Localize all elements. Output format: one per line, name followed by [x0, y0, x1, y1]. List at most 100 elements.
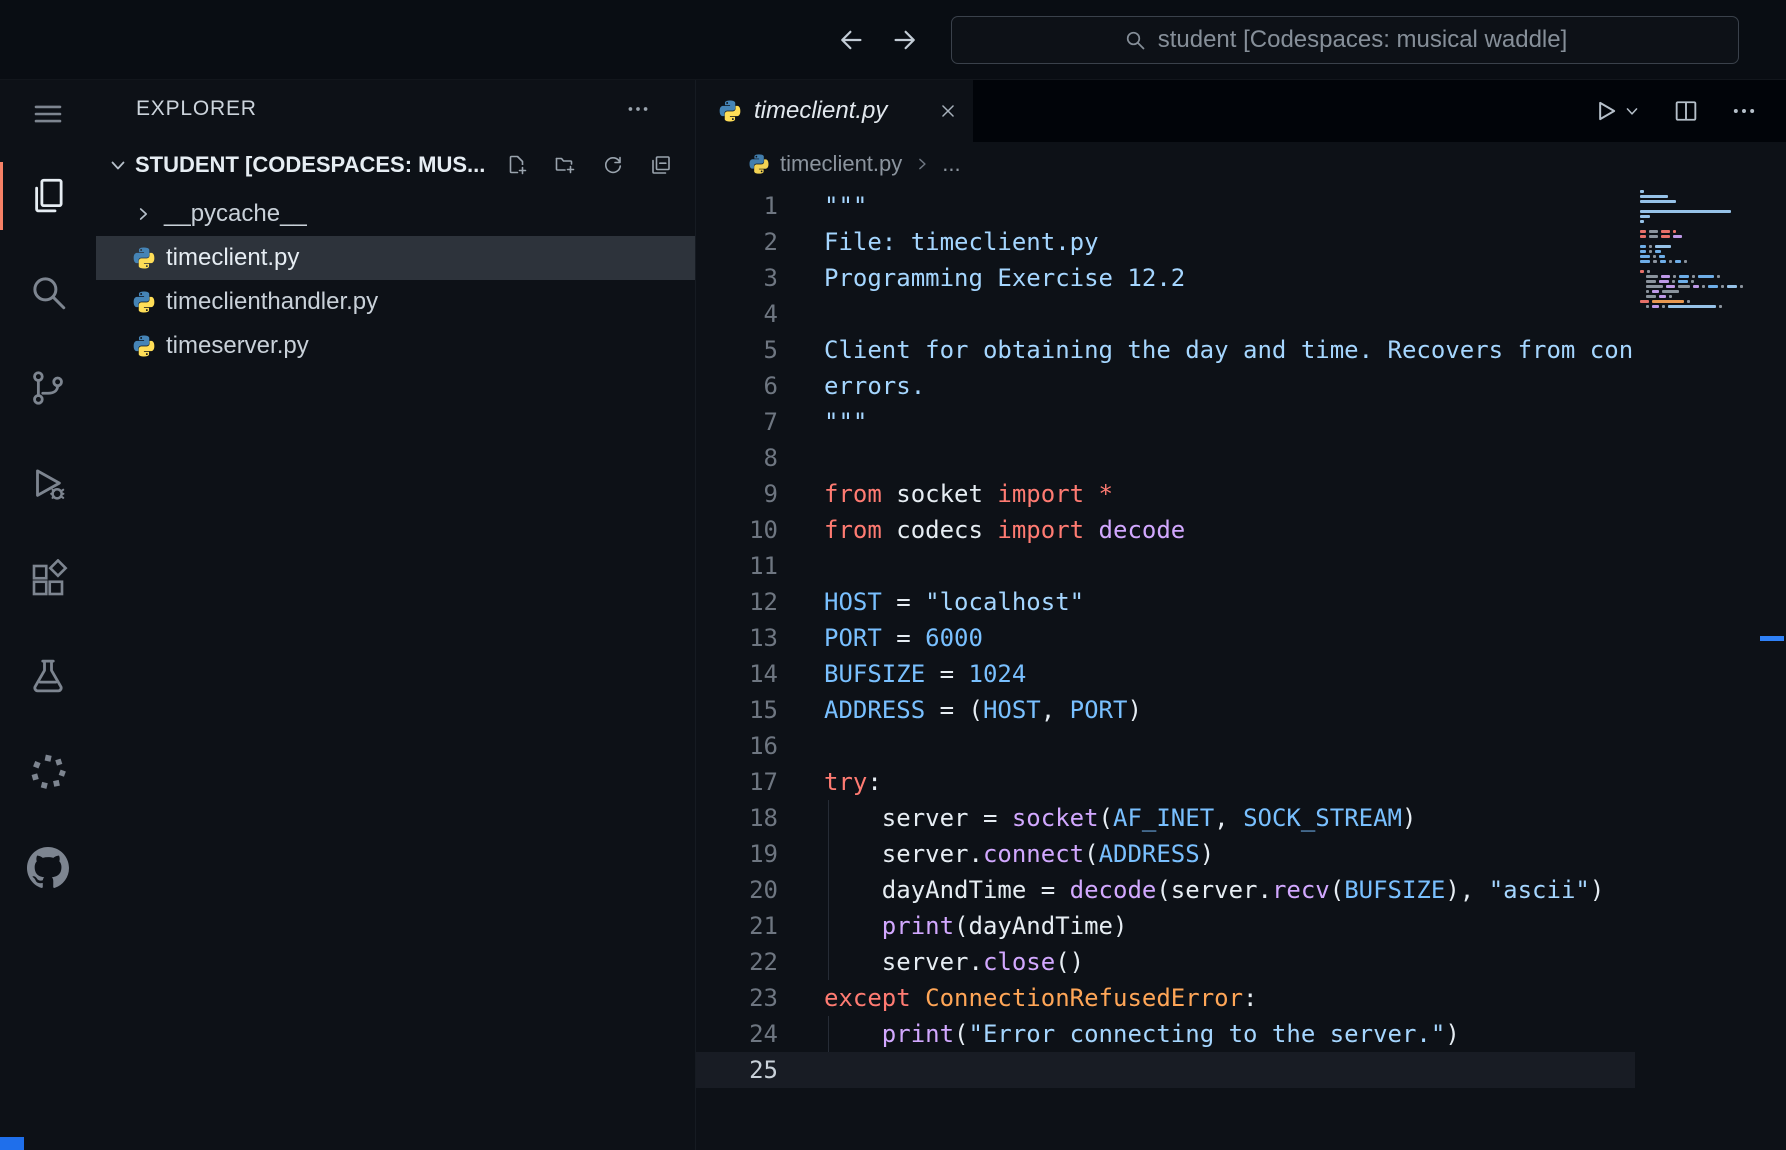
tab-timeclient-py[interactable]: timeclient.py [696, 80, 974, 142]
command-center-search[interactable]: student [Codespaces: musical waddle] [951, 16, 1739, 64]
code-line-15[interactable]: 15ADDRESS = (HOST, PORT) [696, 692, 1635, 728]
line-content: BUFSIZE = 1024 [778, 656, 1635, 692]
ellipsis-icon [625, 96, 651, 122]
new-file-button[interactable] [505, 153, 529, 177]
line-content: Client for obtaining the day and time. R… [778, 332, 1635, 368]
chevron-down-icon [106, 153, 130, 177]
code-line-9[interactable]: 9from socket import * [696, 476, 1635, 512]
arrow-right-icon [890, 25, 920, 55]
editor-more-actions-button[interactable] [1730, 97, 1758, 125]
line-number[interactable]: 24 [696, 1016, 778, 1052]
titlebar: student [Codespaces: musical waddle] [0, 0, 1786, 80]
activity-bar-item-dots-cluster[interactable] [0, 724, 96, 820]
tree-item-timeclienthandler-py[interactable]: timeclienthandler.py [96, 280, 695, 324]
code-line-12[interactable]: 12HOST = "localhost" [696, 584, 1635, 620]
activity-bar-item-extensions[interactable] [0, 532, 96, 628]
code-line-2[interactable]: 2File: timeclient.py [696, 224, 1635, 260]
line-number[interactable]: 10 [696, 512, 778, 548]
close-icon [937, 100, 959, 122]
line-number[interactable]: 25 [696, 1052, 778, 1088]
code-line-16[interactable]: 16 [696, 728, 1635, 764]
activity-bar-item-github[interactable] [0, 820, 96, 916]
code-line-13[interactable]: 13PORT = 6000 [696, 620, 1635, 656]
line-content: errors. [778, 368, 1635, 404]
arrow-left-icon [836, 25, 866, 55]
activity-bar-item-testing[interactable] [0, 628, 96, 724]
code-line-20[interactable]: 20 dayAndTime = decode(server.recv(BUFSI… [696, 872, 1635, 908]
collapse-folders-button[interactable] [649, 153, 673, 177]
line-number[interactable]: 15 [696, 692, 778, 728]
run-python-file-button[interactable] [1592, 97, 1642, 125]
file-name: timeclient.py [166, 244, 299, 272]
line-content [778, 548, 1635, 584]
code-line-4[interactable]: 4 [696, 296, 1635, 332]
refresh-explorer-button[interactable] [601, 153, 625, 177]
line-number[interactable]: 3 [696, 260, 778, 296]
line-number[interactable]: 6 [696, 368, 778, 404]
breadcrumb-file[interactable]: timeclient.py [780, 151, 902, 177]
activity-bar-item-source-control[interactable] [0, 340, 96, 436]
line-number[interactable]: 4 [696, 296, 778, 332]
code-line-10[interactable]: 10from codecs import decode [696, 512, 1635, 548]
line-number[interactable]: 2 [696, 224, 778, 260]
close-tab-button[interactable] [937, 100, 959, 122]
line-number[interactable]: 5 [696, 332, 778, 368]
tree-item-pycache[interactable]: __pycache__ [96, 192, 695, 236]
line-number[interactable]: 22 [696, 944, 778, 980]
code-line-7[interactable]: 7""" [696, 404, 1635, 440]
back-button[interactable] [836, 25, 866, 55]
line-number[interactable]: 1 [696, 188, 778, 224]
line-number[interactable]: 17 [696, 764, 778, 800]
line-number[interactable]: 20 [696, 872, 778, 908]
line-number[interactable]: 18 [696, 800, 778, 836]
code-editor[interactable]: 1"""2File: timeclient.py3Programming Exe… [696, 188, 1635, 1088]
line-number[interactable]: 11 [696, 548, 778, 584]
new-folder-button[interactable] [553, 153, 577, 177]
activity-bar-item-run-debug[interactable] [0, 436, 96, 532]
code-line-24[interactable]: 24 print("Error connecting to the server… [696, 1016, 1635, 1052]
code-line-18[interactable]: 18 server = socket(AF_INET, SOCK_STREAM) [696, 800, 1635, 836]
line-content: print(dayAndTime) [778, 908, 1635, 944]
explorer-section-header[interactable]: STUDENT [CODESPACES: MUS... [96, 138, 695, 192]
line-number[interactable]: 13 [696, 620, 778, 656]
menu-button[interactable] [0, 80, 96, 148]
code-line-14[interactable]: 14BUFSIZE = 1024 [696, 656, 1635, 692]
minimap[interactable] [1635, 190, 1758, 315]
code-line-22[interactable]: 22 server.close() [696, 944, 1635, 980]
code-line-6[interactable]: 6errors. [696, 368, 1635, 404]
code-line-21[interactable]: 21 print(dayAndTime) [696, 908, 1635, 944]
line-number[interactable]: 19 [696, 836, 778, 872]
forward-button[interactable] [890, 25, 920, 55]
line-number[interactable]: 16 [696, 728, 778, 764]
overview-ruler[interactable] [1758, 186, 1786, 1150]
tree-item-timeclient-py[interactable]: timeclient.py [96, 236, 695, 280]
new-file-icon [505, 153, 529, 177]
code-line-19[interactable]: 19 server.connect(ADDRESS) [696, 836, 1635, 872]
chevron-right-icon [132, 203, 154, 225]
line-number[interactable]: 23 [696, 980, 778, 1016]
code-line-23[interactable]: 23except ConnectionRefusedError: [696, 980, 1635, 1016]
code-line-5[interactable]: 5Client for obtaining the day and time. … [696, 332, 1635, 368]
line-number[interactable]: 14 [696, 656, 778, 692]
remote-indicator-sliver[interactable] [0, 1137, 24, 1150]
code-line-1[interactable]: 1""" [696, 188, 1635, 224]
line-number[interactable]: 9 [696, 476, 778, 512]
line-content: except ConnectionRefusedError: [778, 980, 1635, 1016]
split-editor-button[interactable] [1672, 97, 1700, 125]
line-number[interactable]: 12 [696, 584, 778, 620]
code-line-17[interactable]: 17try: [696, 764, 1635, 800]
code-line-11[interactable]: 11 [696, 548, 1635, 584]
code-viewport: 1"""2File: timeclient.py3Programming Exe… [696, 186, 1635, 1150]
line-number[interactable]: 8 [696, 440, 778, 476]
line-number[interactable]: 7 [696, 404, 778, 440]
code-line-25[interactable]: 25 [696, 1052, 1635, 1088]
tree-item-timeserver-py[interactable]: timeserver.py [96, 324, 695, 368]
explorer-more-actions-button[interactable] [625, 96, 651, 122]
code-line-3[interactable]: 3Programming Exercise 12.2 [696, 260, 1635, 296]
line-content: server = socket(AF_INET, SOCK_STREAM) [778, 800, 1635, 836]
breadcrumb-symbol-ellipsis[interactable]: ... [942, 151, 960, 177]
activity-bar-item-search[interactable] [0, 244, 96, 340]
code-line-8[interactable]: 8 [696, 440, 1635, 476]
line-number[interactable]: 21 [696, 908, 778, 944]
activity-bar-item-explorer[interactable] [0, 148, 96, 244]
